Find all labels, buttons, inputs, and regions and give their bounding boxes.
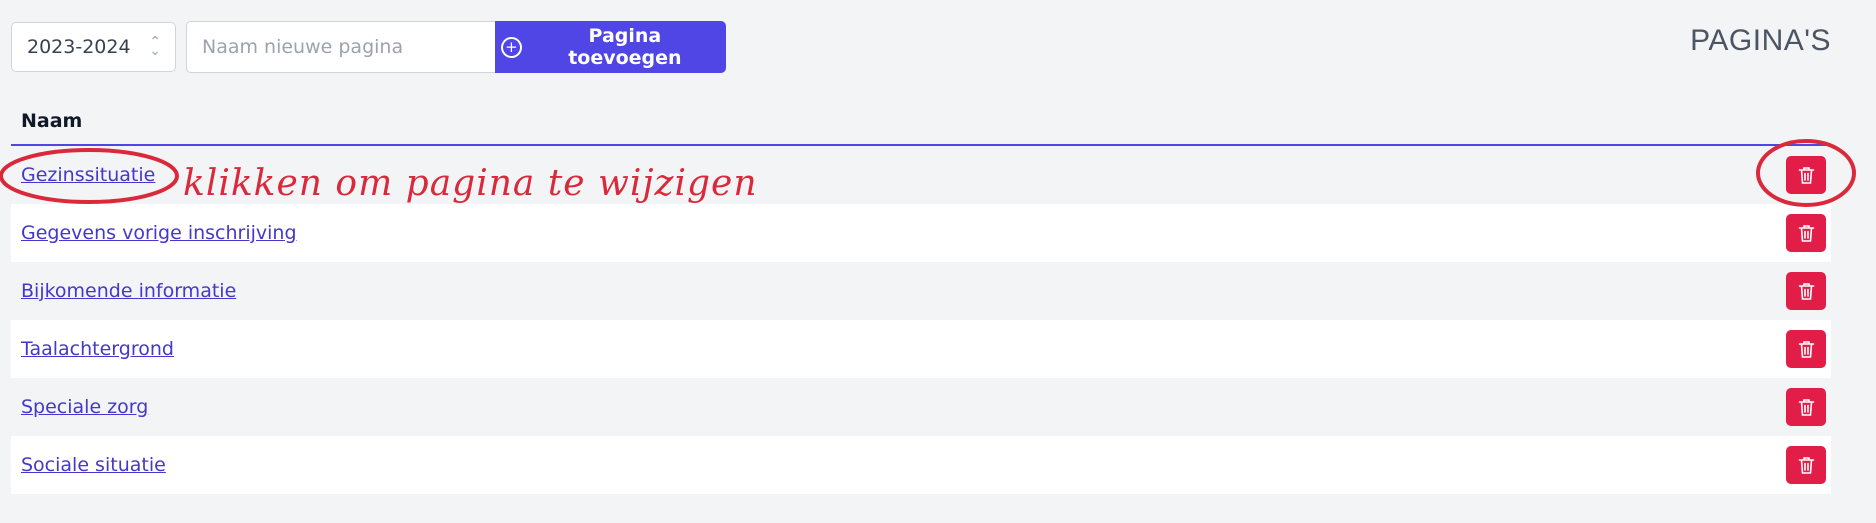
pages-table: Naam Gezinssituatie Gegevens vorige insc… <box>11 98 1831 494</box>
trash-icon <box>1798 398 1814 416</box>
trash-icon <box>1798 224 1814 242</box>
delete-page-button[interactable] <box>1786 446 1826 484</box>
table-header-name: Naam <box>11 98 1831 146</box>
page-link[interactable]: Speciale zorg <box>21 396 148 418</box>
page-title: PAGINA'S <box>1690 24 1831 57</box>
toolbar: 2023-2024 ⌃⌄ + Pagina toevoegen <box>11 21 726 73</box>
school-year-select[interactable]: 2023-2024 ⌃ ⌄ <box>11 22 176 72</box>
page-link[interactable]: Gegevens vorige inschrijving <box>21 222 297 244</box>
trash-icon <box>1798 166 1814 184</box>
table-row: Sociale situatie <box>11 436 1831 494</box>
annotation-text: klikken om pagina te wijzigen <box>183 163 758 204</box>
delete-page-button[interactable] <box>1786 388 1826 426</box>
new-page-name-input[interactable] <box>186 21 495 73</box>
delete-page-button[interactable] <box>1786 330 1826 368</box>
table-row: Taalachtergrond <box>11 320 1831 378</box>
add-page-button-label: Pagina toevoegen <box>568 25 682 69</box>
page-link[interactable]: Gezinssituatie <box>21 164 155 186</box>
trash-icon <box>1798 282 1814 300</box>
trash-icon <box>1798 340 1814 358</box>
school-year-value: 2023-2024 <box>27 36 131 58</box>
page-link[interactable]: Sociale situatie <box>21 454 166 476</box>
page-link[interactable]: Taalachtergrond <box>21 338 174 360</box>
chevron-up-down-icon: ⌃ ⌄ <box>149 34 161 59</box>
table-row: Bijkomende informatie <box>11 262 1831 320</box>
page-link[interactable]: Bijkomende informatie <box>21 280 236 302</box>
delete-page-button[interactable] <box>1786 156 1826 194</box>
delete-page-button[interactable] <box>1786 214 1826 252</box>
plus-circle-icon: + <box>501 36 522 58</box>
add-page-button[interactable]: + Pagina toevoegen <box>495 21 726 73</box>
delete-page-button[interactable] <box>1786 272 1826 310</box>
trash-icon <box>1798 456 1814 474</box>
table-row: Speciale zorg <box>11 378 1831 436</box>
table-row: Gegevens vorige inschrijving <box>11 204 1831 262</box>
